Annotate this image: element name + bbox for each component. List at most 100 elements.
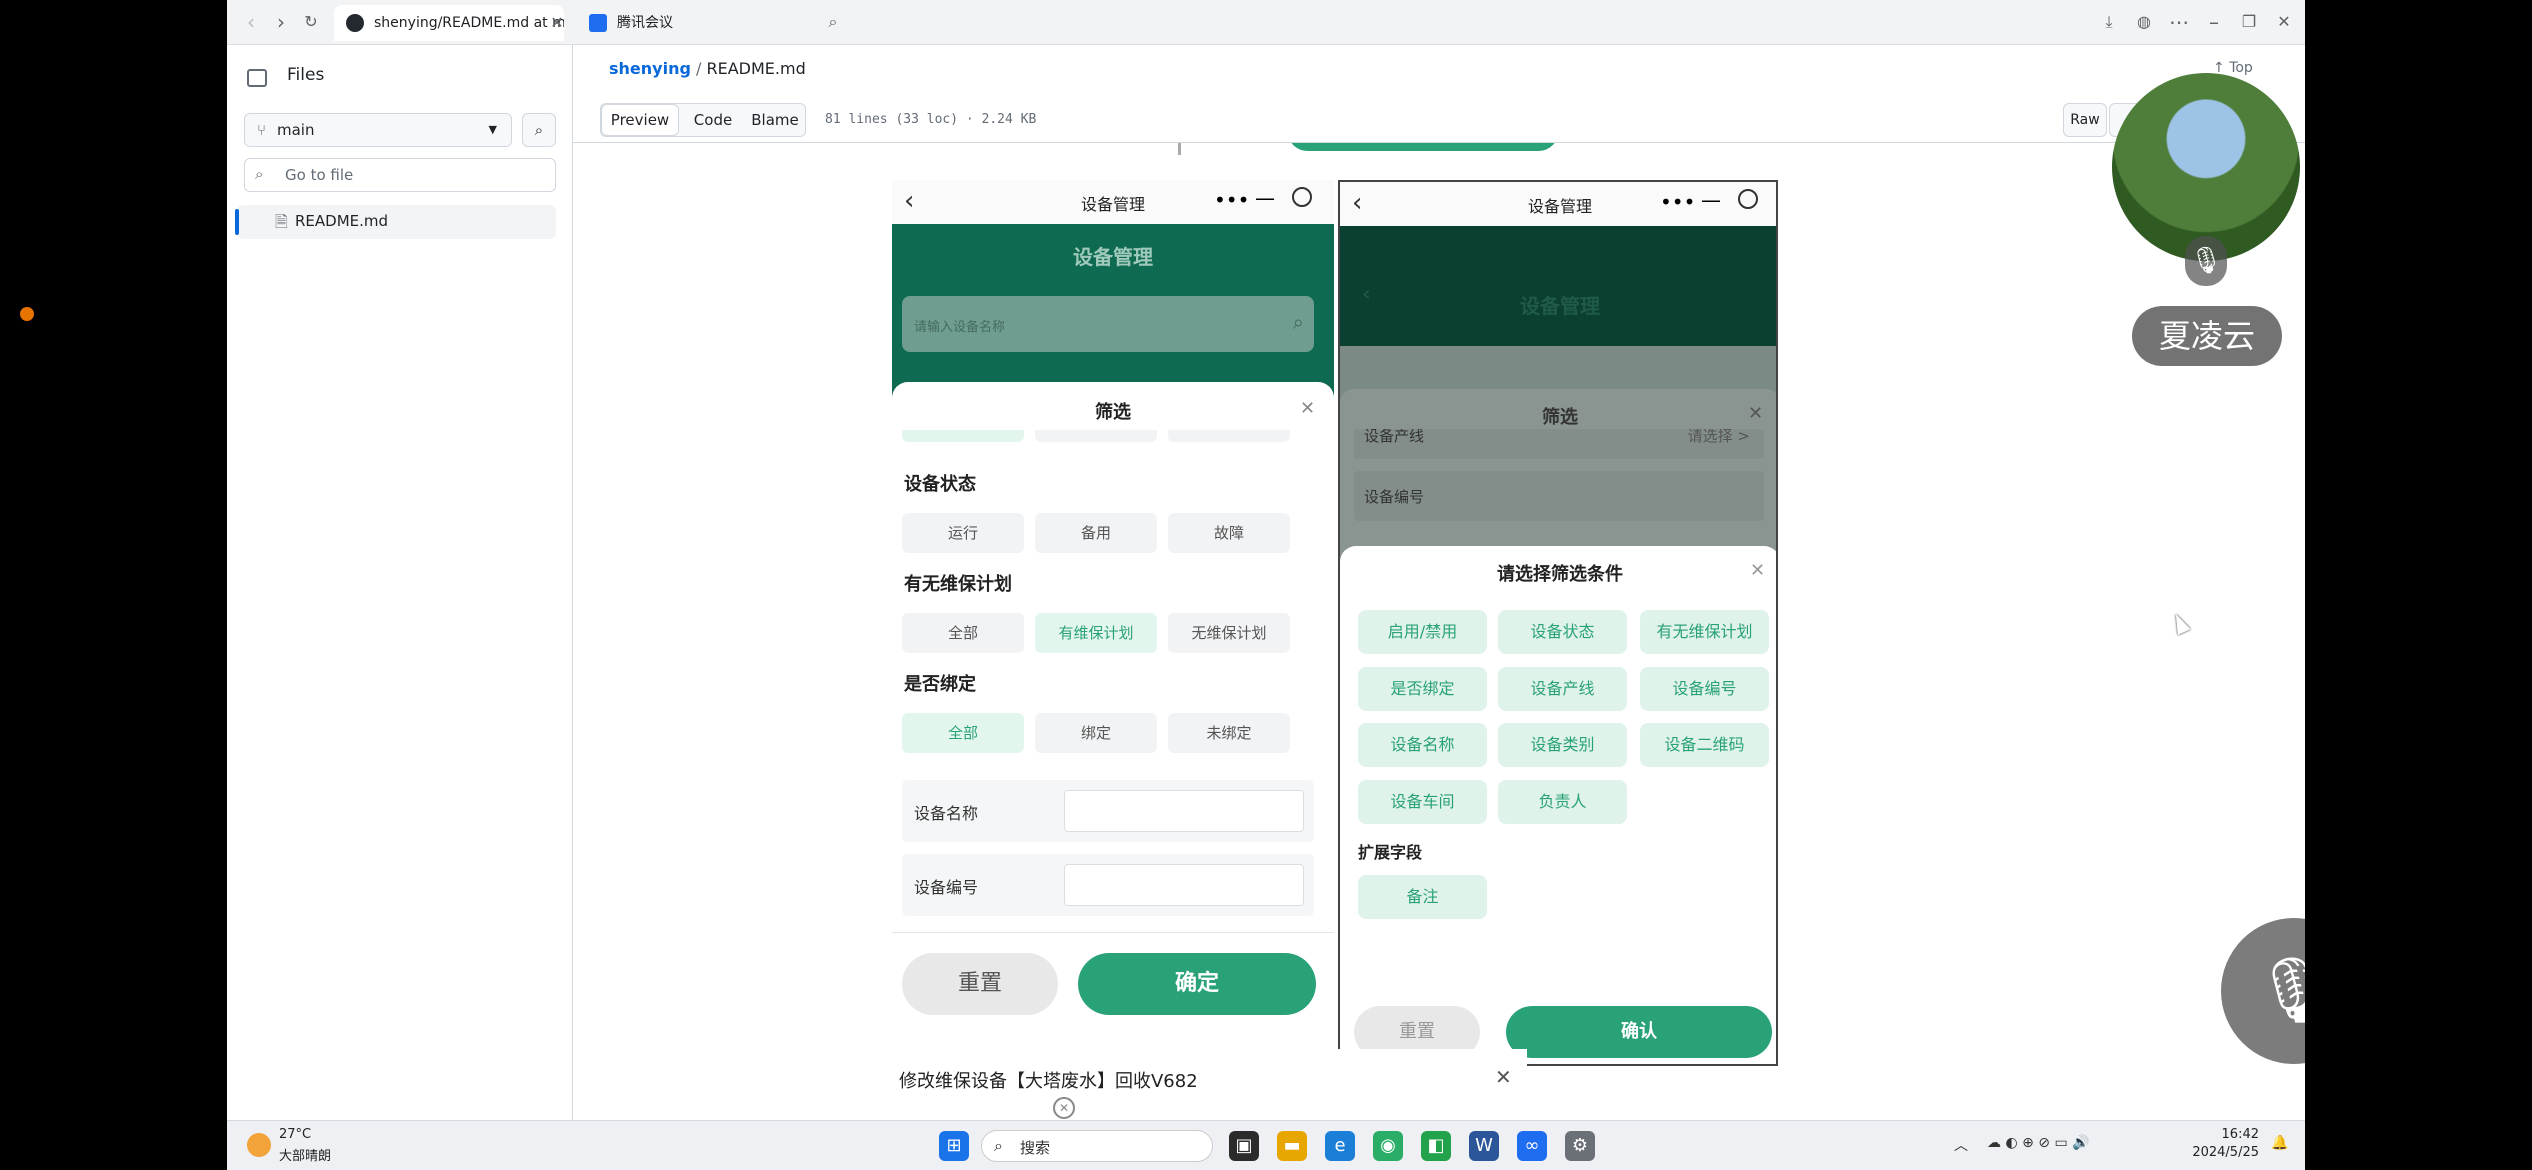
close-icon[interactable]: ✕	[1750, 560, 1765, 581]
tray-icons[interactable]: ☁ ◐ ⊕ ⊘ ▭ 🔊	[1987, 1135, 2090, 1151]
weather-icon[interactable]	[247, 1133, 271, 1157]
file-meta: 81 lines (33 loc) · 2.24 KB	[825, 112, 1037, 127]
breadcrumb-repo-link[interactable]: shenying	[609, 59, 691, 78]
tab-code[interactable]: Code	[683, 104, 743, 136]
option-line[interactable]: 设备产线	[1498, 667, 1627, 711]
option-enabled[interactable]: 启用/禁用	[1358, 610, 1487, 654]
mic-icon: 🎙	[2185, 236, 2227, 286]
forward-icon[interactable]: ›	[269, 10, 293, 34]
app-icon[interactable]: ◧	[1421, 1131, 1451, 1161]
clock-date: 2024/5/25	[2192, 1145, 2259, 1160]
edge-icon[interactable]: e	[1325, 1131, 1355, 1161]
tab-search-icon[interactable]: ⌕	[821, 10, 845, 34]
tab-blame[interactable]: Blame	[745, 104, 805, 136]
download-icon[interactable]: ⤓	[2097, 10, 2121, 34]
browser-tab-bar: ‹ › ↻ shenying/README.md at m ✕ 腾讯会议 ⌕ ⤓…	[227, 0, 2305, 45]
tencent-meeting-icon[interactable]: ∞	[1517, 1131, 1547, 1161]
option-remark[interactable]: 备注	[1358, 875, 1487, 919]
option-category[interactable]: 设备类别	[1498, 723, 1627, 767]
close-tab-icon[interactable]: ✕	[545, 11, 569, 35]
green-header: 设备管理 请输入设备名称 ⌕	[892, 224, 1334, 404]
close-window-icon[interactable]: ✕	[2272, 10, 2296, 34]
go-to-file-input[interactable]: ⌕ Go to file	[244, 158, 556, 192]
plan-option-has[interactable]: 有维保计划	[1035, 613, 1157, 653]
word-icon[interactable]: W	[1469, 1131, 1499, 1161]
file-view: shenying / README.md ↑ Top Preview Code …	[573, 45, 2305, 1120]
minimize-icon[interactable]: —	[1701, 188, 1721, 212]
status-option-running[interactable]: 运行	[902, 513, 1024, 553]
tab-preview[interactable]: Preview	[601, 104, 679, 136]
next-image-header: 修改维保设备【大塔废水】回收V682 ✕	[891, 1049, 1527, 1105]
taskbar-search[interactable]: ⌕ 搜索	[981, 1130, 1213, 1162]
cutoff-chip	[1035, 430, 1157, 442]
status-option-fault[interactable]: 故障	[1168, 513, 1290, 553]
search-icon: ⌕	[994, 1136, 1003, 1155]
start-icon[interactable]: ⊞	[939, 1131, 969, 1161]
more-icon[interactable]: •••	[1660, 190, 1695, 214]
minimize-icon[interactable]: —	[1255, 186, 1275, 210]
settings-icon[interactable]: ⚙	[1565, 1131, 1595, 1161]
file-explorer-icon[interactable]: ▬	[1277, 1131, 1307, 1161]
maximize-icon[interactable]: ❐	[2237, 10, 2261, 34]
tab-title: shenying/README.md at m	[374, 15, 564, 31]
close-program-icon[interactable]	[1292, 187, 1312, 207]
search-icon: ⌕	[1292, 310, 1304, 334]
device-search-input[interactable]: 请输入设备名称 ⌕	[902, 296, 1314, 352]
task-view-icon[interactable]: ▣	[1229, 1131, 1259, 1161]
recording-indicator	[20, 307, 34, 321]
option-bound[interactable]: 是否绑定	[1358, 667, 1487, 711]
bind-option-bound[interactable]: 绑定	[1035, 713, 1157, 753]
close-program-icon[interactable]	[1738, 189, 1758, 209]
option-name[interactable]: 设备名称	[1358, 723, 1487, 767]
notification-icon[interactable]: 🔔	[2271, 1135, 2288, 1151]
search-icon: ⌕	[255, 165, 264, 183]
option-owner[interactable]: 负责人	[1498, 780, 1627, 824]
plan-option-all[interactable]: 全部	[902, 613, 1024, 653]
menu-icon[interactable]: ⋯	[2167, 10, 2191, 34]
collapse-sidebar-icon[interactable]	[247, 69, 267, 87]
tray-chevron-icon[interactable]: ︿	[1954, 1135, 1968, 1155]
option-qrcode[interactable]: 设备二维码	[1640, 723, 1769, 767]
minimize-icon[interactable]: –	[2202, 10, 2226, 34]
code-field-label: 设备编号	[914, 878, 979, 897]
go-to-file-placeholder: Go to file	[285, 166, 354, 184]
bind-option-all[interactable]: 全部	[902, 713, 1024, 753]
tab-tencent-meeting[interactable]: 腾讯会议	[577, 5, 817, 41]
right-phone-screenshot: ‹ 设备管理 ••• — ‹ 设备管理 筛选 ✕ 设备产线 请选择 > 设备编号	[1338, 180, 1778, 1066]
option-plan[interactable]: 有无维保计划	[1640, 610, 1769, 654]
breadcrumb-separator: /	[696, 59, 702, 78]
reload-icon[interactable]: ↻	[299, 10, 323, 34]
device-code-input[interactable]	[1064, 864, 1304, 906]
reset-button[interactable]: 重置	[902, 953, 1058, 1015]
view-segmented-control: Preview Code Blame	[600, 103, 806, 137]
close-icon: ✕	[1495, 1065, 1512, 1089]
close-icon[interactable]: ✕	[1300, 398, 1315, 419]
header-title: 设备管理	[1520, 294, 1600, 318]
status-option-standby[interactable]: 备用	[1035, 513, 1157, 553]
file-item-readme[interactable]: 🗎 README.md	[235, 205, 556, 239]
code-field-row: 设备编号	[902, 854, 1314, 916]
raw-button[interactable]: Raw	[2063, 103, 2107, 137]
wechat-icon[interactable]: ◉	[1373, 1131, 1403, 1161]
option-code[interactable]: 设备编号	[1640, 667, 1769, 711]
option-workshop[interactable]: 设备车间	[1358, 780, 1487, 824]
top-label: Top	[2229, 60, 2253, 76]
search-icon: ⌕	[534, 121, 544, 139]
search-label: 搜索	[1020, 1139, 1051, 1157]
confirm-button[interactable]: 确认	[1506, 1006, 1772, 1058]
status-section-label: 设备状态	[904, 474, 976, 495]
search-files-button[interactable]: ⌕	[522, 113, 556, 147]
more-icon[interactable]: •••	[1214, 188, 1249, 212]
confirm-button[interactable]: 确定	[1078, 953, 1316, 1015]
branch-select[interactable]: ⑂ main ▼	[244, 113, 512, 147]
option-status[interactable]: 设备状态	[1498, 610, 1627, 654]
search-placeholder: 请输入设备名称	[914, 320, 1006, 335]
device-name-input[interactable]	[1064, 790, 1304, 832]
cutoff-chip	[902, 430, 1024, 442]
tab-github[interactable]: shenying/README.md at m	[334, 5, 564, 41]
back-icon[interactable]: ‹	[239, 10, 263, 34]
github-icon	[346, 14, 364, 32]
globe-icon[interactable]: ◍	[2132, 10, 2156, 34]
plan-option-none[interactable]: 无维保计划	[1168, 613, 1290, 653]
bind-option-unbound[interactable]: 未绑定	[1168, 713, 1290, 753]
